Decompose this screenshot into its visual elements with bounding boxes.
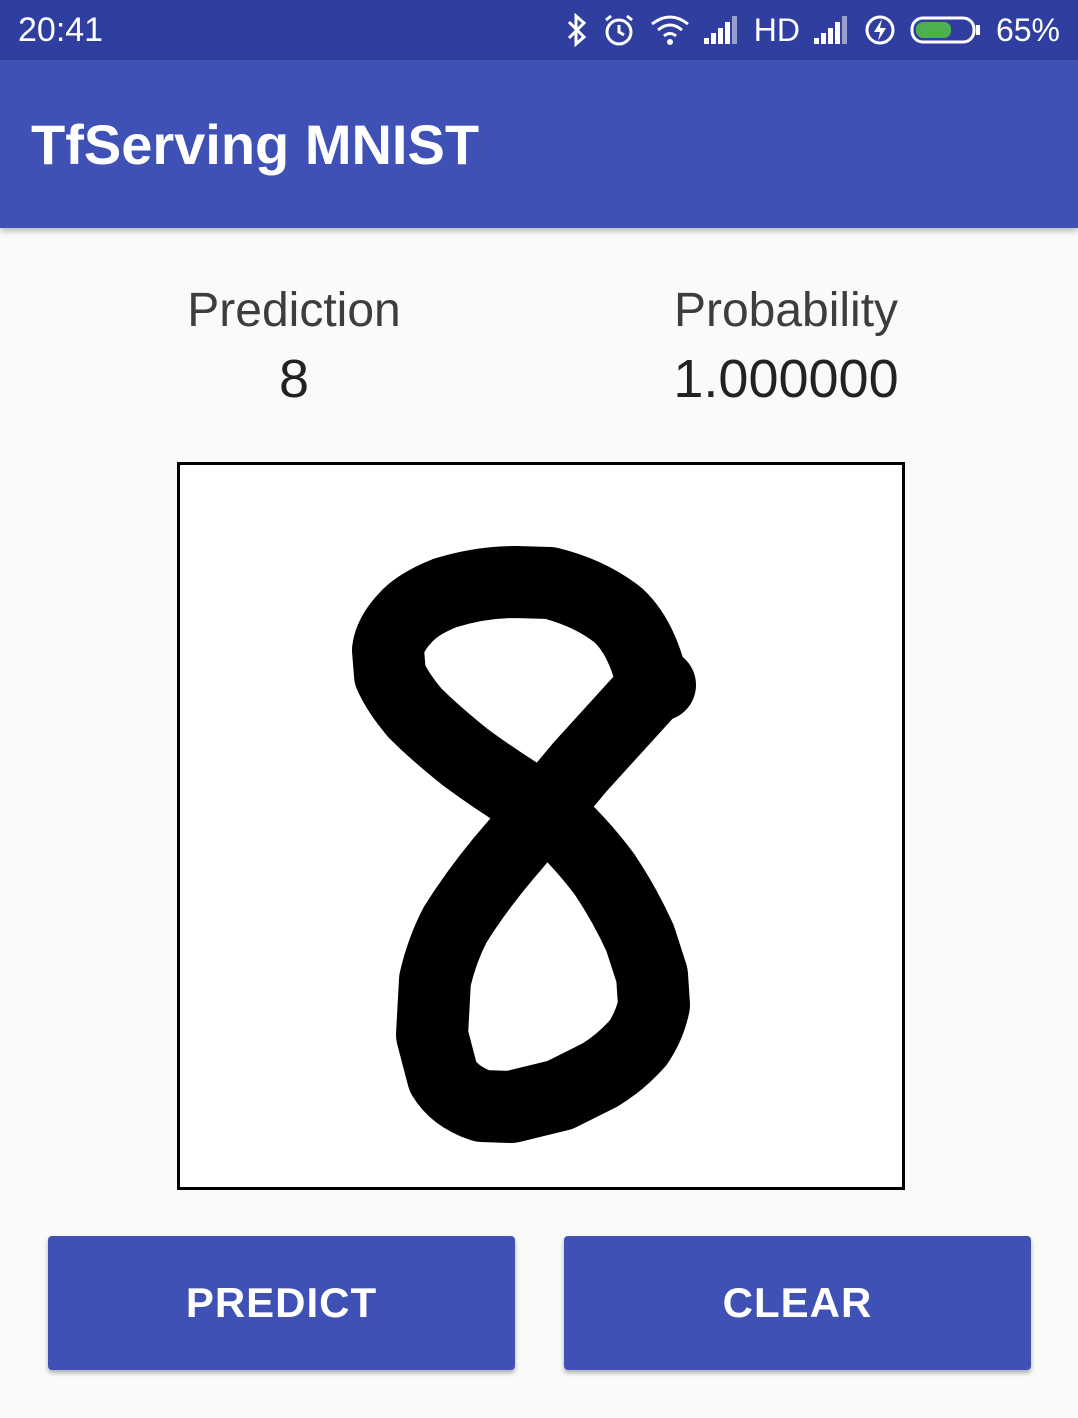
signal-icon — [813, 16, 850, 44]
network-label: HD — [753, 11, 800, 48]
probability-value: 1.000000 — [673, 349, 899, 409]
alarm-icon — [602, 13, 636, 47]
clear-button[interactable]: CLEAR — [564, 1236, 1031, 1370]
status-time: 20:41 — [18, 11, 104, 49]
status-icons: HD 65% — [566, 10, 1060, 50]
battery-icon — [910, 15, 982, 45]
prediction-value: 8 — [278, 349, 310, 409]
probability-section: Probability 1.000000 — [606, 282, 966, 412]
wifi-icon — [650, 14, 690, 46]
signal-icon — [703, 16, 740, 44]
battery-percent: 65% — [995, 11, 1060, 48]
charging-icon — [864, 14, 896, 46]
predict-button[interactable]: PREDICT — [48, 1236, 515, 1370]
status-bar: 20:41 HD 65% — [0, 0, 1078, 60]
probability-label: Probability — [673, 284, 899, 337]
handwritten-digit-stroke — [352, 546, 696, 1143]
prediction-section: Prediction 8 — [114, 282, 474, 412]
bluetooth-icon — [566, 13, 588, 47]
app-title: TfServing MNIST — [31, 113, 480, 176]
app-bar: TfServing MNIST — [0, 60, 1078, 228]
prediction-label: Prediction — [187, 284, 401, 337]
drawing-canvas[interactable] — [177, 462, 905, 1190]
